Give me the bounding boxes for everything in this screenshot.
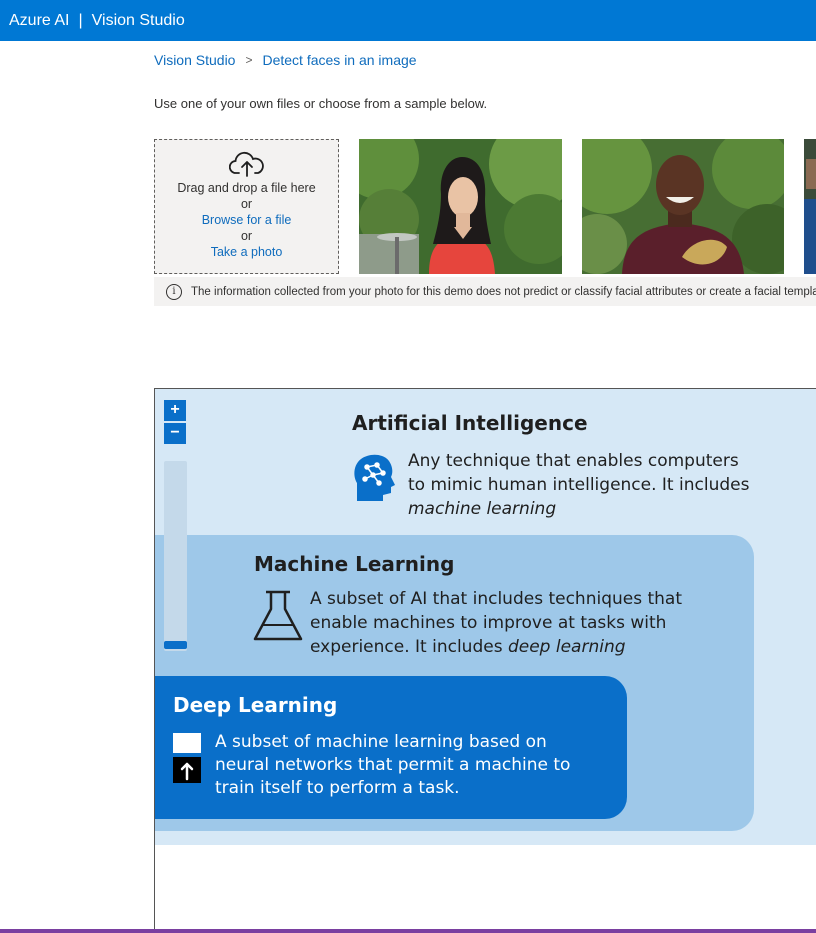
info-icon: i — [166, 283, 182, 300]
brand-separator: | — [78, 11, 83, 29]
ml-desc-line-3: experience. It includes deep learning — [310, 635, 682, 659]
zoom-in-button[interactable]: + — [164, 400, 186, 421]
zoom-slider-track[interactable] — [164, 461, 187, 651]
breadcrumb-root-link[interactable]: Vision Studio — [154, 52, 235, 68]
take-photo-link[interactable]: Take a photo — [155, 244, 338, 260]
top-bar: Azure AI | Vision Studio — [0, 0, 816, 41]
product-label[interactable]: Vision Studio — [92, 12, 185, 30]
notice-text: The information collected from your phot… — [191, 285, 816, 298]
ml-desc-line-3-prefix: experience. It includes — [310, 637, 508, 657]
breadcrumb: Vision Studio > Detect faces in an image — [154, 52, 417, 68]
ai-desc-line-3: machine learning — [408, 499, 557, 519]
ml-title: Machine Learning — [254, 552, 455, 576]
sample-image-1[interactable] — [359, 139, 562, 274]
dl-description: A subset of machine learning based on ne… — [215, 731, 570, 800]
zoom-out-button[interactable]: − — [164, 423, 186, 444]
cloud-upload-icon — [228, 152, 264, 177]
ai-desc-line-2: to mimic human intelligence. It includes — [408, 475, 750, 495]
browse-file-link[interactable]: Browse for a file — [155, 212, 338, 228]
or-text-2: or — [240, 229, 253, 243]
flask-icon — [253, 590, 303, 641]
breadcrumb-current-link[interactable]: Detect faces in an image — [262, 52, 416, 68]
ai-head-icon — [354, 454, 395, 501]
info-notice: i The information collected from your ph… — [154, 277, 816, 306]
dl-desc-line-3: train itself to perform a task. — [215, 778, 460, 798]
ai-description: Any technique that enables computers to … — [408, 449, 749, 521]
dl-title: Deep Learning — [173, 693, 338, 717]
ai-title: Artificial Intelligence — [352, 411, 588, 435]
deep-learning-icon — [173, 733, 201, 783]
drag-drop-text: Drag and drop a file here — [177, 181, 316, 195]
dl-desc-line-1: A subset of machine learning based on — [215, 732, 547, 752]
bottom-border — [0, 929, 816, 933]
dl-desc-line-2: neural networks that permit a machine to — [215, 755, 571, 775]
ml-desc-line-3-em: deep learning — [507, 637, 626, 657]
ai-desc-line-1: Any technique that enables computers — [408, 451, 739, 471]
or-text-1: or — [240, 197, 253, 211]
chevron-right-icon: > — [245, 53, 253, 67]
sample-image-3[interactable] — [804, 139, 816, 274]
file-drop-zone[interactable]: Drag and drop a file here or Browse for … — [154, 139, 339, 274]
image-viewer[interactable]: Artificial Intelligence Any technique th… — [154, 388, 816, 933]
sample-image-2[interactable] — [582, 139, 784, 274]
zoom-slider-thumb[interactable] — [164, 641, 187, 649]
ml-desc-line-1: A subset of AI that includes techniques … — [310, 589, 683, 609]
brand-label: Azure AI — [9, 11, 70, 29]
ml-desc-line-2: enable machines to improve at tasks with — [310, 613, 667, 633]
intro-text: Use one of your own files or choose from… — [154, 96, 488, 111]
ml-description: A subset of AI that includes techniques … — [310, 587, 682, 659]
